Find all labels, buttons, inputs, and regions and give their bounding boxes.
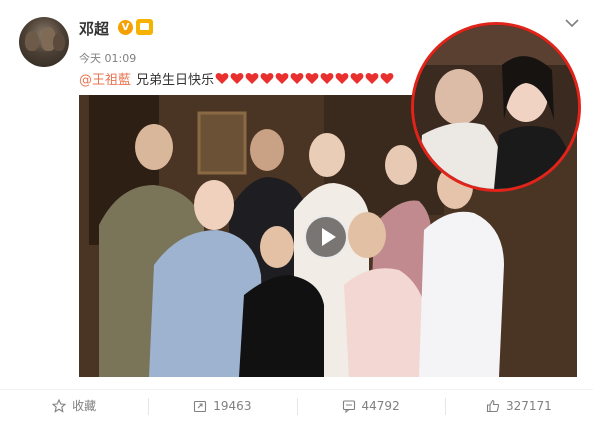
chevron-down-icon[interactable] (565, 18, 579, 28)
vip-crown-icon (136, 19, 153, 35)
verified-badge-icon: V (118, 20, 133, 35)
heart-icon (290, 72, 304, 84)
thumbs-up-icon (486, 399, 500, 412)
like-button[interactable]: 327171 (444, 390, 593, 421)
like-count: 327171 (505, 398, 552, 413)
star-icon (52, 398, 67, 413)
heart-icon (305, 72, 319, 84)
mention-link[interactable]: @王祖藍 (79, 69, 131, 88)
heart-icon (245, 72, 259, 84)
favorite-button[interactable]: 收藏 (0, 390, 148, 421)
favorite-label: 收藏 (72, 399, 97, 413)
post-text: @王祖藍 兄弟生日快乐 (79, 69, 395, 88)
heart-icon (320, 72, 334, 84)
heart-icon (275, 72, 289, 84)
action-bar: 收藏 19463 44792 327171 (0, 390, 593, 421)
comment-icon (342, 399, 355, 413)
heart-icon (350, 72, 364, 84)
heart-icon (365, 72, 379, 84)
repost-icon (194, 400, 207, 412)
heart-icon (335, 72, 349, 84)
play-button[interactable] (304, 215, 348, 259)
heart-icon (215, 72, 229, 84)
username[interactable]: 邓超 (79, 18, 109, 39)
heart-icon (230, 72, 244, 84)
highlight-inset-photo (411, 22, 581, 192)
heart-icon (260, 72, 274, 84)
repost-count: 19463 (213, 398, 252, 413)
user-avatar[interactable] (19, 17, 69, 67)
comment-button[interactable]: 44792 (296, 390, 445, 421)
heart-icon (380, 72, 394, 84)
post-message: 兄弟生日快乐 (136, 72, 215, 88)
heart-emoji-row (215, 72, 395, 85)
post-time[interactable]: 今天 01:09 (79, 50, 136, 66)
weibo-post-card: 邓超 V 今天 01:09 @王祖藍 兄弟生日快乐 收藏 19463 44792… (0, 0, 593, 421)
comment-count: 44792 (361, 398, 400, 413)
repost-button[interactable]: 19463 (148, 390, 296, 421)
